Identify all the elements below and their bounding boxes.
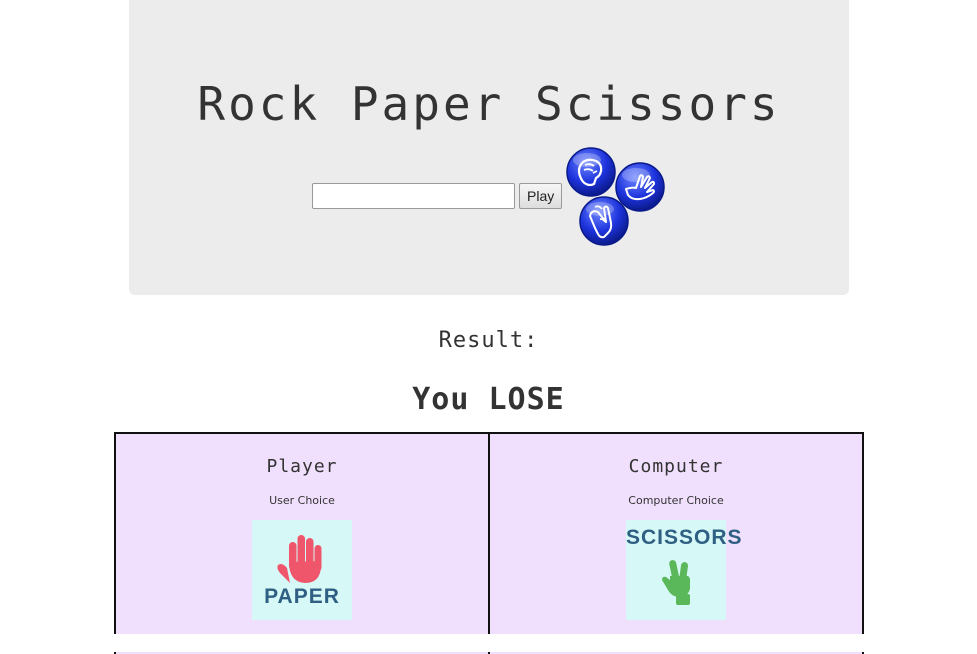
computer-panel: Computer Computer Choice SCISSORS (488, 434, 862, 654)
rock-fist-icon (566, 147, 616, 197)
player-panel: Player User Choice PAPER (116, 434, 488, 654)
computer-choice-image: SCISSORS (626, 520, 742, 620)
play-button[interactable]: Play (519, 183, 563, 209)
player-subtitle: User Choice (269, 494, 335, 507)
page-title: Rock Paper Scissors (197, 77, 781, 131)
results-board: Player User Choice PAPER Computer Comput… (114, 432, 864, 654)
choice-input[interactable] (312, 183, 515, 209)
result-outcome: You LOSE (412, 382, 565, 417)
game-header: Rock Paper Scissors Play (129, 0, 849, 295)
play-controls: Play (312, 182, 563, 210)
player-choice-caption: PAPER (264, 585, 340, 608)
player-title: Player (266, 456, 338, 477)
computer-subtitle: Computer Choice (628, 494, 724, 507)
computer-title: Computer (628, 456, 724, 477)
scissors-hand-icon (662, 560, 690, 605)
player-choice-image: PAPER (252, 520, 352, 620)
scissors-hand-icon (579, 196, 629, 246)
rps-icons (565, 146, 669, 250)
page-bottom-edge (0, 634, 977, 652)
result-label: Result: (438, 328, 539, 353)
